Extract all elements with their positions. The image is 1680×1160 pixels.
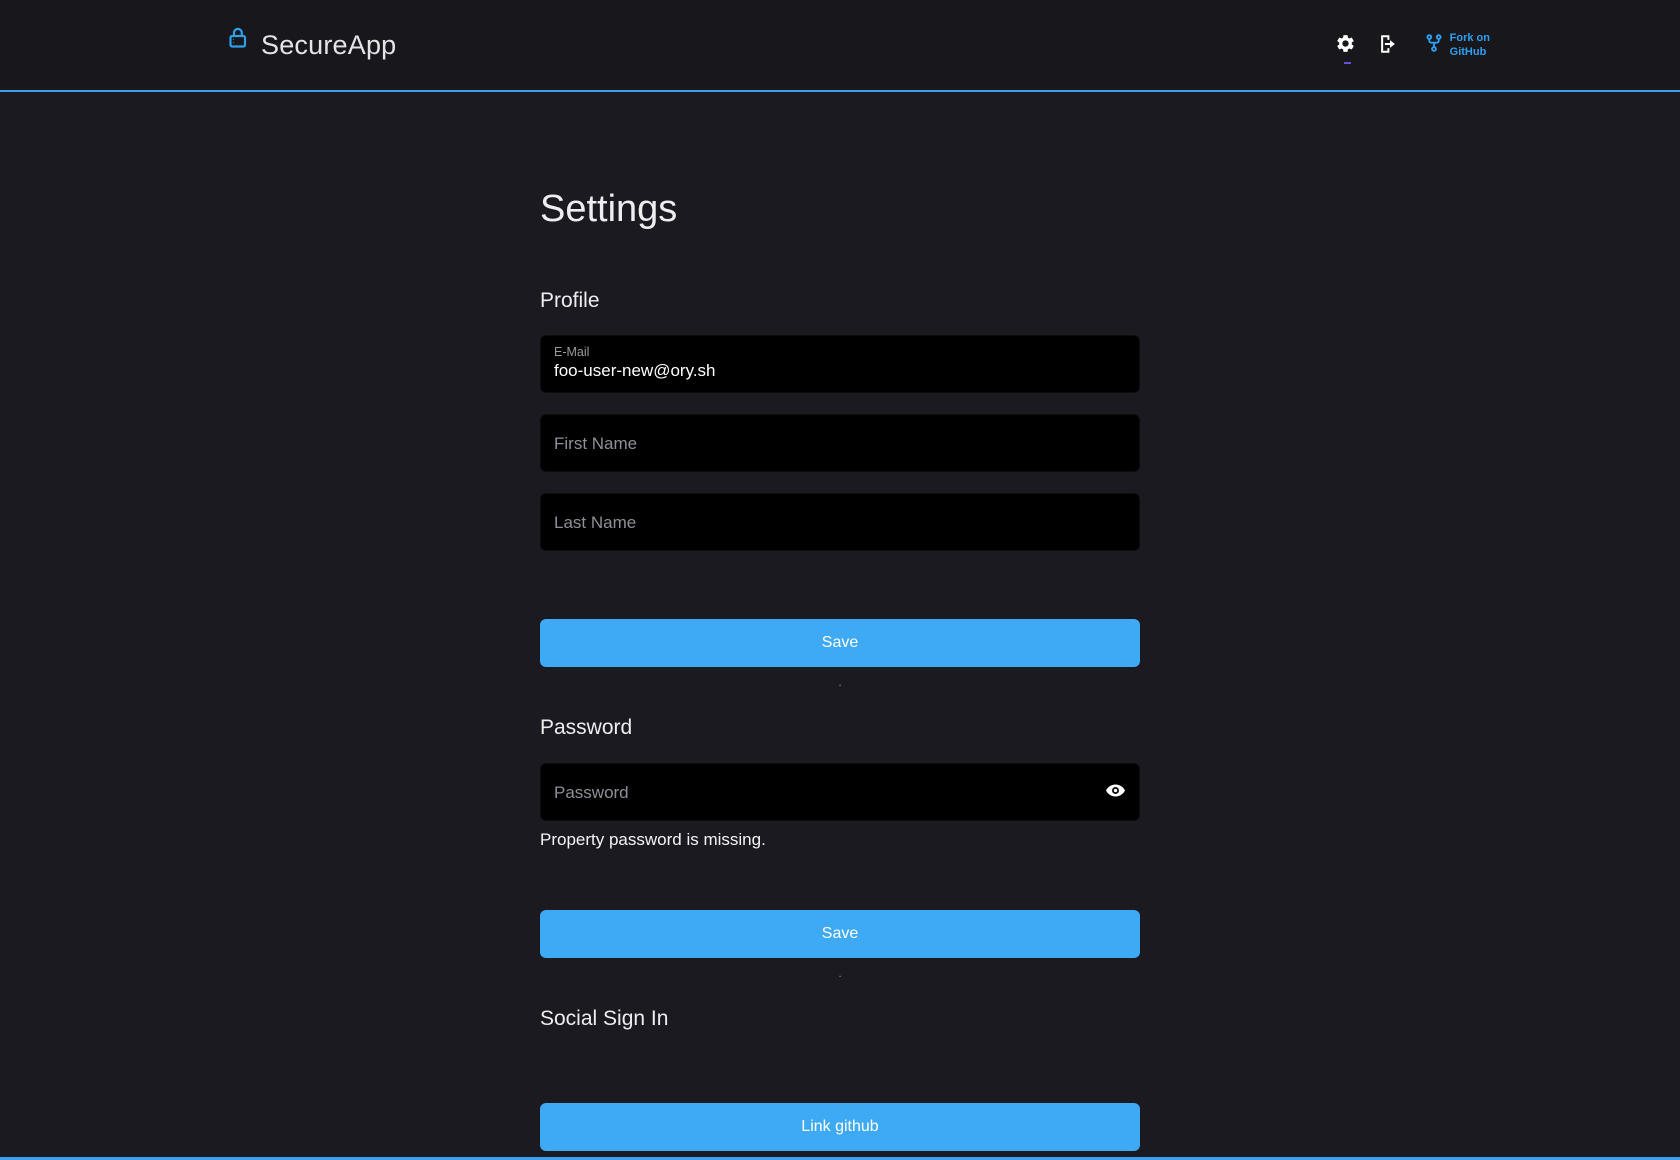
email-input[interactable] — [554, 360, 1126, 381]
app-title: SecureApp — [261, 30, 396, 61]
profile-heading: Profile — [540, 289, 1140, 313]
last-name-input[interactable] — [554, 512, 1126, 533]
password-field-container — [540, 763, 1140, 821]
password-heading: Password — [540, 716, 1140, 740]
settings-page: Settings Profile E-Mail Save . Password … — [540, 188, 1140, 1151]
profile-divider-dot: . — [540, 676, 1140, 688]
settings-button[interactable] — [1333, 31, 1358, 59]
email-label: E-Mail — [554, 344, 1126, 360]
fork-on-github-link[interactable]: Fork on GitHub — [1424, 31, 1490, 60]
brand: SecureApp — [226, 30, 396, 61]
toggle-password-visibility-button[interactable] — [1105, 780, 1126, 804]
lock-icon — [226, 26, 250, 50]
fork-link-label: Fork on GitHub — [1450, 31, 1490, 60]
app-header: SecureApp — [0, 0, 1680, 92]
social-sign-in-heading: Social Sign In — [540, 1007, 1140, 1031]
last-name-field-container — [540, 493, 1140, 551]
gear-caret-indicator — [1344, 62, 1351, 64]
email-field-container: E-Mail — [540, 335, 1140, 393]
git-fork-icon — [1424, 33, 1444, 58]
logout-icon — [1377, 33, 1399, 58]
password-input[interactable] — [554, 782, 1105, 803]
password-error-message: Property password is missing. — [540, 830, 1140, 850]
first-name-field-container — [540, 414, 1140, 472]
eye-icon — [1105, 780, 1126, 804]
link-github-button[interactable]: Link github — [540, 1103, 1140, 1151]
profile-save-button[interactable]: Save — [540, 619, 1140, 667]
password-divider-dot: . — [540, 967, 1140, 979]
first-name-input[interactable] — [554, 433, 1126, 454]
gear-icon — [1335, 33, 1356, 57]
password-save-button[interactable]: Save — [540, 910, 1140, 958]
logout-button[interactable] — [1375, 31, 1401, 60]
header-actions: Fork on GitHub — [1333, 31, 1490, 60]
page-title: Settings — [540, 188, 1140, 231]
